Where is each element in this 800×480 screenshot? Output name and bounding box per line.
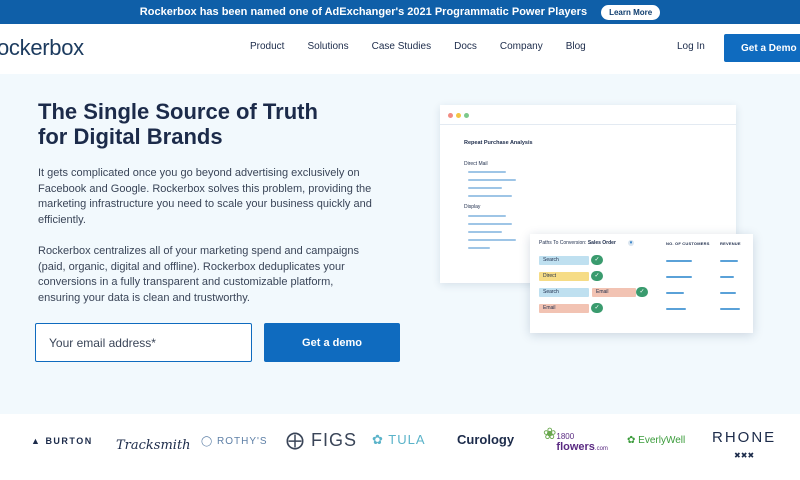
learn-more-button[interactable]: Learn More — [601, 4, 661, 20]
customers-bar — [666, 292, 684, 294]
revenue-bar — [720, 276, 734, 278]
window-dot-red — [448, 113, 453, 118]
nav-links: Product Solutions Case Studies Docs Comp… — [250, 41, 609, 52]
placeholder-line — [468, 231, 502, 233]
flowers-suffix: .com — [594, 446, 608, 452]
window-dot-green — [464, 113, 469, 118]
nav-link-company[interactable]: Company — [500, 41, 543, 52]
announcement-bar: Rockerbox has been named one of AdExchan… — [0, 0, 800, 24]
flower-icon: ❀ — [543, 426, 557, 443]
paths-to-conversion-panel: Paths To Conversion: Sales Order ▾ NO. O… — [530, 234, 753, 333]
nav-link-product[interactable]: Product — [250, 41, 284, 52]
column-header-revenue: REVENUE — [720, 241, 741, 246]
nav-link-solutions[interactable]: Solutions — [307, 41, 348, 52]
nav-link-blog[interactable]: Blog — [566, 41, 586, 52]
customers-bar — [666, 308, 686, 310]
top-nav: ockerbox Product Solutions Case Studies … — [0, 24, 800, 74]
announcement-text: Rockerbox has been named one of AdExchan… — [139, 6, 588, 18]
placeholder-line — [468, 195, 512, 197]
figs-logo-text: FIGS — [311, 430, 358, 450]
check-icon: ✓ — [591, 271, 603, 281]
placeholder-line — [468, 179, 516, 181]
hero-headline: The Single Source of Truth for Digital B… — [38, 99, 368, 149]
email-input[interactable] — [35, 323, 252, 362]
everlywell-logo: ✿ EverlyWell — [627, 435, 685, 446]
hero-paragraph-2: Rockerbox centralizes all of your market… — [38, 245, 359, 304]
customers-bar — [666, 260, 692, 262]
check-icon: ✓ — [636, 287, 648, 297]
revenue-bar — [720, 260, 738, 262]
rothys-logo-text: ROTHY'S — [216, 436, 268, 447]
display-placeholder-lines — [468, 215, 516, 255]
rothys-mark-icon: ◯ — [201, 436, 214, 447]
column-header-customers: NO. OF CUSTOMERS — [666, 241, 710, 246]
figs-mark-icon: ⨁ — [286, 430, 305, 450]
nav-link-docs[interactable]: Docs — [454, 41, 477, 52]
customer-logos-strip: ▲ BURTON Tracksmith ◯ ROTHY'S ⨁ FIGS ✿ T… — [0, 414, 800, 480]
mockup-title: Repeat Purchase Analysis — [464, 140, 533, 146]
window-dot-yellow — [456, 113, 461, 118]
burton-mark-icon: ▲ — [31, 436, 42, 446]
flowers-word: flowers — [556, 441, 595, 453]
hero-paragraph-1: It gets complicated once you go beyond a… — [38, 167, 372, 226]
tula-logo-text: TULA — [388, 432, 426, 447]
chevron-down-icon[interactable]: ▾ — [628, 240, 634, 246]
path-chip-direct: Direct — [539, 272, 589, 281]
get-a-demo-nav-button[interactable]: Get a Demo — [724, 34, 800, 62]
customers-bar — [666, 276, 692, 278]
get-a-demo-button[interactable]: Get a demo — [264, 323, 400, 362]
placeholder-line — [468, 239, 516, 241]
mockup-divider — [440, 124, 736, 125]
everlywell-mark-icon: ✿ — [627, 435, 636, 446]
burton-logo: ▲ BURTON — [31, 436, 93, 446]
placeholder-line — [468, 223, 512, 225]
check-icon: ✓ — [591, 303, 603, 313]
path-chip-email: Email — [592, 288, 636, 297]
headline-line-2: for Digital Brands — [38, 124, 223, 149]
flowers-number: 1800 — [556, 432, 575, 441]
placeholder-line — [468, 171, 506, 173]
everlywell-logo-text: EverlyWell — [638, 435, 686, 446]
rhone-mark-icon: ✖✖✖ — [734, 451, 755, 460]
window-dots — [448, 113, 472, 118]
placeholder-line — [468, 187, 502, 189]
revenue-bar — [720, 308, 740, 310]
login-link[interactable]: Log In — [677, 41, 705, 52]
direct-mail-placeholder-lines — [468, 171, 516, 203]
1800-flowers-logo: ❀1800 flowers.com — [543, 427, 608, 454]
tracksmith-logo: Tracksmith — [116, 438, 191, 453]
revenue-bar — [720, 292, 736, 294]
mockup-label-direct-mail: Direct Mail — [464, 161, 488, 167]
rhone-logo-text: RHONE — [712, 429, 777, 446]
tula-mark-icon: ✿ — [372, 432, 384, 447]
path-chip-search: Search — [539, 256, 589, 265]
panel-heading-value: Sales Order — [587, 240, 616, 246]
path-chip-email: Email — [539, 304, 589, 313]
panel-heading-prefix: Paths To Conversion: — [539, 240, 587, 246]
tracksmith-logo-text: Tracksmith — [116, 438, 191, 453]
curology-logo: Curology — [457, 432, 514, 447]
check-icon: ✓ — [591, 255, 603, 265]
rhone-logo: RHONE ✖✖✖ — [712, 430, 776, 464]
burton-logo-text: BURTON — [45, 436, 93, 446]
curology-logo-text: Curology — [457, 432, 515, 447]
rothys-logo: ◯ ROTHY'S — [201, 436, 268, 447]
panel-heading: Paths To Conversion: Sales Order — [539, 240, 616, 246]
nav-link-case-studies[interactable]: Case Studies — [372, 41, 431, 52]
placeholder-line — [468, 247, 490, 249]
figs-logo: ⨁ FIGS — [286, 430, 357, 451]
mockup-label-display: Display — [464, 204, 481, 210]
tula-logo: ✿ TULA — [372, 432, 426, 448]
rockerbox-logo[interactable]: ockerbox — [0, 35, 84, 61]
headline-line-1: The Single Source of Truth — [38, 99, 318, 124]
placeholder-line — [468, 215, 506, 217]
path-chip-search: Search — [539, 288, 589, 297]
